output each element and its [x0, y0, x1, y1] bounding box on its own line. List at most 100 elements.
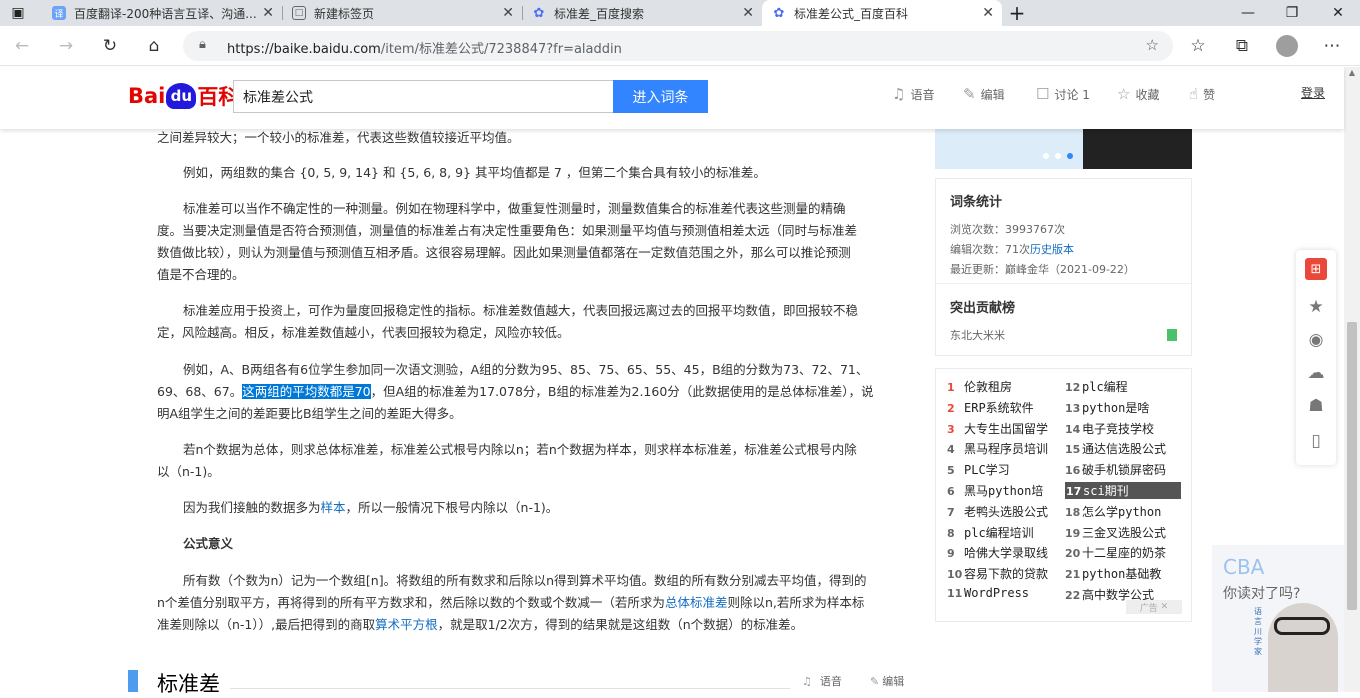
hot-search-item[interactable]: 3 大专生出国留学 — [947, 420, 1048, 437]
home-icon[interactable]: ⌂ — [142, 34, 166, 58]
rank-number: 15 — [1065, 443, 1081, 457]
rank-number: 8 — [947, 526, 955, 540]
hot-search-item[interactable]: 13 python是啥 — [1065, 399, 1149, 416]
address-bar[interactable]: 🔒︎ https://baike.baidu.com/item/标准差公式/72… — [183, 31, 1173, 61]
close-tab-icon[interactable]: ✕ — [262, 5, 274, 21]
paragraph: 标准差应用于投资上，可作为量度回报稳定性的指标。标准差数值越大，代表回报远离过去… — [157, 300, 907, 344]
qq-icon[interactable]: ☗ — [1305, 395, 1327, 417]
hot-search-item[interactable]: 18 怎么学python — [1065, 503, 1161, 520]
collect-button[interactable]: ☆ 收藏 — [1117, 85, 1159, 103]
tab-baike-active[interactable]: ✿ 标准差公式_百度百科 ✕ — [762, 0, 1002, 26]
logo-paw-du: du — [166, 83, 197, 109]
mobile-icon[interactable]: ▯ — [1305, 430, 1327, 452]
video-ad-overlay[interactable]: CBA 你读对了吗? 语言川学家 — [1212, 545, 1344, 692]
wechat-icon[interactable]: ☁ — [1305, 362, 1327, 384]
like-button[interactable]: ☝ 赞 — [1189, 85, 1215, 103]
baike-logo[interactable]: Bai du 百科 — [128, 79, 239, 113]
rank-number: 1 — [947, 381, 955, 394]
link-sample[interactable]: 样本 — [321, 500, 346, 515]
hot-search-item[interactable]: 9 哈佛大学录取线 — [947, 544, 1048, 561]
history-link[interactable]: 历史版本 — [1030, 243, 1074, 256]
scroll-up-icon[interactable]: ▲ — [1347, 68, 1357, 78]
hot-search-item[interactable]: 12 plc编程 — [1065, 378, 1128, 395]
tab-baidu-search[interactable]: ✿ 标准差_百度搜索 ✕ — [522, 0, 762, 26]
close-tab-icon[interactable]: ✕ — [502, 5, 514, 21]
section-voice-button[interactable]: ♫ 语音 — [802, 673, 842, 689]
restore-icon[interactable]: ❐ — [1270, 0, 1314, 26]
hot-search-text: 十二星座的奶茶 — [1082, 546, 1167, 561]
updated-label: 最近更新： — [950, 263, 1005, 276]
more-menu-icon[interactable]: ⋯ — [1320, 34, 1344, 58]
reload-icon[interactable]: ↻ — [98, 34, 122, 58]
hot-search-item[interactable]: 19 三金叉选股公式 — [1065, 524, 1166, 541]
close-window-icon[interactable]: ✕ — [1316, 0, 1360, 26]
bookmark-icon — [1167, 329, 1177, 341]
contributor-name[interactable]: 东北大米米 — [950, 327, 1005, 343]
rank-number: 6 — [947, 485, 955, 498]
tab-baidu-fanyi[interactable]: 译 百度翻译-200种语言互译、沟通... ✕ — [42, 0, 282, 26]
scrollbar-thumb[interactable] — [1347, 322, 1357, 610]
hot-search-item[interactable]: 17 sci期刊 — [1065, 482, 1181, 499]
forward-arrow-icon[interactable]: → — [54, 34, 78, 58]
section-edit-button[interactable]: ✎ 编辑 — [870, 673, 904, 689]
hot-search-item[interactable]: 21 python基础教 — [1065, 565, 1161, 582]
rank-number: 9 — [947, 547, 955, 561]
selected-text[interactable]: 这两组的平均数都是70 — [242, 384, 371, 399]
hot-search-item[interactable]: 5 PLC学习 — [947, 461, 1010, 478]
new-tab-plus-icon[interactable]: + — [1002, 0, 1032, 26]
carousel-dot-active[interactable] — [1067, 153, 1073, 159]
search-input[interactable] — [234, 81, 613, 112]
browser-toolbar: ← → ↻ ⌂ 🔒︎ https://baike.baidu.com/item/… — [0, 26, 1360, 66]
paragraph: 之间差异较大；一个较小的标准差，代表这些数值较接近平均值。 — [157, 127, 907, 149]
collections-icon[interactable]: ⧉ — [1230, 34, 1254, 58]
tab-actions-icon[interactable]: ▣ — [0, 0, 36, 26]
paragraph-text: 因为我们接触的数据多为 — [183, 500, 321, 515]
edit-button[interactable]: ✎ 编辑 — [963, 85, 1005, 103]
discuss-button[interactable]: ☐ 讨论 1 — [1036, 85, 1090, 103]
hot-search-item[interactable]: 2 ERP系统软件 — [947, 399, 1034, 416]
hot-search-item[interactable]: 8 plc编程培训 — [947, 524, 1034, 541]
profile-avatar[interactable] — [1276, 35, 1298, 57]
hot-search-item[interactable]: 10 容易下款的贷款 — [947, 565, 1048, 582]
contrib-title: 突出贡献榜 — [950, 301, 1016, 316]
banner-person-image — [1083, 128, 1192, 169]
voice-button[interactable]: ♫ 语音 — [892, 85, 934, 103]
floating-share-bar: ⊞ ★ ◉ ☁ ☗ ▯ — [1296, 250, 1336, 465]
enter-entry-button[interactable]: 进入词条 — [613, 80, 708, 113]
star-icon[interactable]: ★ — [1305, 296, 1327, 318]
browser-tab-bar: ▣ 译 百度翻译-200种语言互译、沟通... ✕ □ 新建标签页 ✕ ✿ 标准… — [0, 0, 1360, 26]
hot-search-item[interactable]: 7 老鸭头选股公式 — [947, 503, 1048, 520]
hot-search-item[interactable]: 15 通达信选股公式 — [1065, 440, 1166, 457]
sidebar-banner-image[interactable] — [935, 128, 1192, 169]
close-tab-icon[interactable]: ✕ — [982, 5, 994, 21]
login-link[interactable]: 登录 — [1301, 84, 1325, 101]
close-tab-icon[interactable]: ✕ — [742, 5, 754, 21]
add-favorite-icon[interactable]: ☆ — [1146, 36, 1159, 54]
hot-search-text: 伦敦租房 — [964, 380, 1013, 394]
gift-icon[interactable]: ⊞ — [1305, 258, 1327, 280]
link-population-sd[interactable]: 总体标准差 — [665, 595, 728, 610]
rank-number: 22 — [1065, 589, 1081, 602]
ad-subline: 你读对了吗? — [1223, 586, 1301, 602]
link-square-root[interactable]: 算术平方根 — [375, 617, 438, 632]
search-box[interactable] — [233, 80, 614, 113]
carousel-dot[interactable] — [1055, 153, 1061, 159]
favorites-icon[interactable]: ☆ — [1186, 34, 1210, 58]
weibo-icon[interactable]: ◉ — [1305, 329, 1327, 351]
hot-search-item[interactable]: 20 十二星座的奶茶 — [1065, 544, 1166, 561]
hot-search-item[interactable]: 1 伦敦租房 — [947, 378, 1012, 395]
hot-search-item[interactable]: 14 电子竞技学校 — [1065, 420, 1154, 437]
voice-label: 语音 — [910, 87, 935, 102]
hot-search-item[interactable]: 11 WordPress — [947, 586, 1029, 600]
paragraph-text: 数值做比较），则认为测量值与预测值互相矛盾。这很容易理解。因此如果测量值都落在一… — [157, 245, 851, 260]
rank-number: 12 — [1065, 381, 1081, 394]
carousel-dot[interactable] — [1043, 153, 1049, 159]
tab-title: 标准差_百度搜索 — [554, 6, 645, 21]
hot-search-item[interactable]: 4 黑马程序员培训 — [947, 440, 1048, 457]
back-arrow-icon[interactable]: ← — [10, 34, 34, 58]
tab-new-tab[interactable]: □ 新建标签页 ✕ — [282, 0, 522, 26]
minimize-icon[interactable]: — — [1226, 0, 1270, 26]
hot-search-item[interactable]: 16 破手机锁屏密码 — [1065, 461, 1166, 478]
paragraph: 若n个数据为总体，则求总体标准差，标准差公式根号内除以n；若n个数据为样本，则求… — [157, 439, 907, 483]
hot-search-item[interactable]: 6 黑马python培 — [947, 482, 1043, 499]
